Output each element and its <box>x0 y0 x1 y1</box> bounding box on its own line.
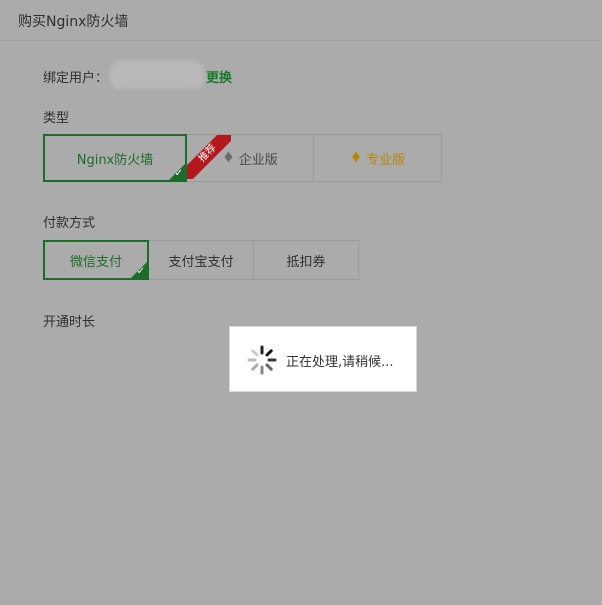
payment-options: 微信支付 ✓ 支付宝支付 抵扣券 <box>43 240 359 280</box>
type-option-label: Nginx防火墙 <box>76 152 154 168</box>
change-user-link[interactable]: 更换 <box>206 67 232 86</box>
masked-username <box>110 61 204 89</box>
dialog-header: 购买Nginx防火墙 <box>0 0 602 41</box>
check-icon: ✓ <box>174 168 183 179</box>
type-option-label: 专业版 <box>366 152 406 168</box>
recommend-ribbon-wrap: 推荐 <box>187 135 231 179</box>
type-option-enterprise[interactable]: 推荐 ♦ 企业版 <box>186 134 314 182</box>
payment-label: 付款方式 <box>43 216 96 231</box>
spinner-icon <box>247 345 277 375</box>
type-options: Nginx防火墙 ✓ 推荐 ♦ 企业版 ♦ 专业版 <box>43 134 442 182</box>
payment-option-wechat[interactable]: 微信支付 ✓ <box>43 240 149 280</box>
payment-option-label: 微信支付 <box>69 254 122 270</box>
check-icon: ✓ <box>136 266 145 277</box>
type-option-nginx-firewall[interactable]: Nginx防火墙 ✓ <box>43 134 187 182</box>
payment-option-label: 支付宝支付 <box>168 254 234 270</box>
duration-label: 开通时长 <box>43 315 96 330</box>
payment-option-voucher[interactable]: 抵扣券 <box>253 240 359 280</box>
diamond-icon: ♦ <box>349 150 363 166</box>
dialog-title: 购买Nginx防火墙 <box>18 14 129 30</box>
loading-toast: 正在处理,请稍候... <box>229 326 417 392</box>
payment-option-label: 抵扣券 <box>286 254 326 270</box>
type-option-professional[interactable]: ♦ 专业版 <box>313 134 442 182</box>
type-option-label: 企业版 <box>238 152 278 168</box>
purchase-dialog: 购买Nginx防火墙 绑定用户： 更换 类型 Nginx防火墙 ✓ 推荐 ♦ 企… <box>0 0 602 605</box>
type-label: 类型 <box>43 111 70 126</box>
payment-option-alipay[interactable]: 支付宝支付 <box>148 240 254 280</box>
recommend-ribbon: 推荐 <box>187 135 231 179</box>
loading-text: 正在处理,请稍候... <box>286 355 394 370</box>
bound-user-label: 绑定用户： <box>43 71 109 86</box>
